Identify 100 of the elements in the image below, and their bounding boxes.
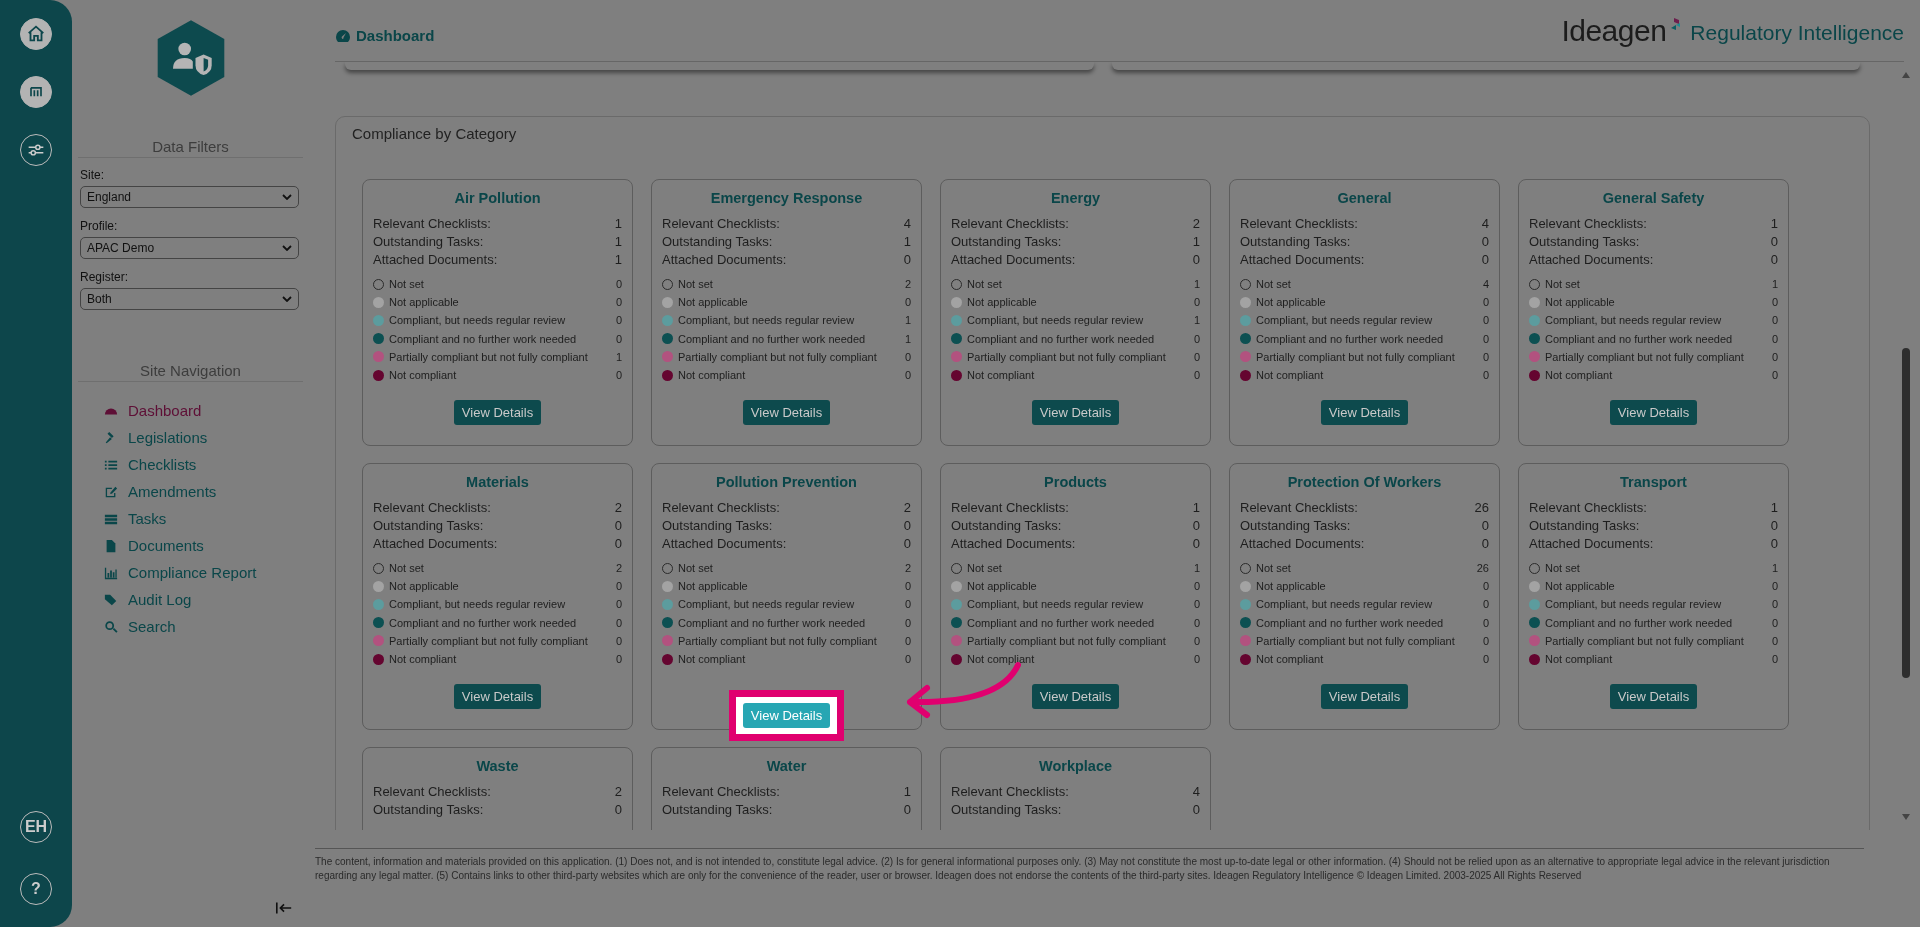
status-label: Compliant, but needs regular review [389, 313, 567, 329]
category-title: Air Pollution [453, 190, 542, 206]
stat-label: Relevant Checklists: [373, 783, 491, 801]
status-label: Partially compliant but not fully compliant [1256, 633, 1456, 649]
stat-value: 0 [614, 517, 622, 535]
stat-value: 4 [1481, 215, 1489, 233]
status-count: 0 [1771, 295, 1778, 311]
nav-link[interactable]: Documents [104, 537, 303, 554]
view-details-button[interactable]: View Details [1031, 400, 1120, 426]
filter-label: Register: [80, 270, 130, 284]
status-count: 0 [1482, 295, 1489, 311]
stat-label: Outstanding Tasks: [662, 233, 773, 251]
stat-label: Attached Documents: [1240, 251, 1365, 269]
stat-value: 0 [1481, 535, 1489, 553]
status-label: Not compliant [1545, 652, 1614, 667]
view-details-button[interactable]: View Details [453, 400, 542, 426]
file-icon [104, 538, 118, 553]
status-label: Compliant, but needs regular review [967, 313, 1145, 329]
category-title: Workplace [1037, 758, 1114, 774]
stat-value: 0 [1481, 517, 1489, 535]
org-chart-icon[interactable] [20, 76, 52, 108]
nav-link[interactable]: Tasks [104, 510, 303, 527]
stat-value: 0 [1770, 535, 1778, 553]
gauge-icon [335, 27, 351, 44]
scroll-down-icon[interactable] [1902, 814, 1910, 820]
nav-link[interactable]: Amendments [104, 483, 303, 500]
collapse-sidebar-icon[interactable] [275, 901, 293, 915]
view-details-button[interactable]: View Details [742, 400, 831, 426]
filter-dropdown[interactable]: England [80, 186, 299, 208]
bar-chart-icon [104, 565, 118, 580]
status-label: Not set [1256, 561, 1292, 576]
status-label: Not set [678, 561, 714, 576]
stat-label: Outstanding Tasks: [662, 517, 773, 535]
status-label: Compliant and no further work needed [1545, 331, 1734, 347]
status-count: 1 [1193, 561, 1200, 576]
stat-value: 0 [1770, 517, 1778, 535]
status-count: 0 [904, 633, 911, 649]
status-count: 0 [1482, 313, 1489, 329]
status-count: 0 [904, 597, 911, 613]
stat-value: 0 [1192, 517, 1200, 535]
product-name: Regulatory Intelligence [1690, 20, 1904, 45]
status-count: 0 [1482, 615, 1489, 631]
stat-label: Outstanding Tasks: [951, 233, 1062, 251]
stat-value: 0 [1770, 251, 1778, 269]
stat-value: 1 [1770, 499, 1778, 517]
category-title: Emergency Response [709, 190, 864, 206]
status-count: 0 [1193, 615, 1200, 631]
nav-link[interactable]: Compliance Report [104, 564, 303, 581]
nav-link[interactable]: Dashboard [104, 402, 303, 419]
status-count: 0 [904, 615, 911, 631]
status-label: Partially compliant but not fully compliant [678, 633, 878, 649]
stat-value: 4 [903, 215, 911, 233]
stat-label: Outstanding Tasks: [1240, 517, 1351, 535]
status-label: Not compliant [678, 368, 747, 383]
status-count: 0 [615, 313, 622, 329]
stat-label: Relevant Checklists: [951, 215, 1069, 233]
status-label: Not applicable [678, 579, 749, 595]
status-count: 0 [615, 597, 622, 613]
view-details-button[interactable]: View Details [742, 703, 831, 729]
site-navigation-heading: Site Navigation [78, 362, 303, 382]
status-label: Compliant, but needs regular review [678, 597, 856, 613]
stat-label: Attached Documents: [373, 251, 498, 269]
nav-link[interactable]: Audit Log [104, 591, 303, 608]
stat-label: Outstanding Tasks: [951, 801, 1062, 819]
status-label: Compliant, but needs regular review [678, 313, 856, 329]
stat-label: Attached Documents: [662, 535, 787, 553]
data-filters-heading: Data Filters [78, 138, 303, 158]
brand-logo: Ideagen [1561, 13, 1667, 48]
page-title: Dashboard [356, 27, 435, 44]
scrollbar[interactable] [1900, 72, 1912, 820]
status-count: 0 [1771, 368, 1778, 383]
status-label: Not set [1545, 561, 1581, 576]
status-label: Not set [967, 277, 1003, 292]
stat-value: 4 [1192, 783, 1200, 801]
filter-dropdown[interactable]: APAC Demo [80, 237, 299, 259]
nav-link[interactable]: Legislations [104, 429, 303, 446]
view-details-button[interactable]: View Details [1609, 684, 1698, 710]
nav-link[interactable]: Search [104, 618, 303, 635]
status-count: 0 [1482, 633, 1489, 649]
filter-dropdown[interactable]: Both [80, 288, 299, 310]
status-count: 26 [1476, 561, 1489, 576]
stat-value: 0 [903, 251, 911, 269]
home-icon[interactable] [20, 18, 52, 50]
scroll-up-icon[interactable] [1902, 72, 1910, 78]
category-title: Products [1043, 474, 1108, 490]
stat-value: 2 [1192, 215, 1200, 233]
stat-label: Outstanding Tasks: [1529, 517, 1640, 535]
filter-label: Profile: [80, 219, 119, 233]
nav-link[interactable]: Checklists [104, 456, 303, 473]
view-details-button[interactable]: View Details [1320, 684, 1409, 710]
view-details-button[interactable]: View Details [1320, 400, 1409, 426]
status-label: Compliant and no further work needed [678, 331, 867, 347]
status-count: 4 [1482, 277, 1489, 292]
view-details-button[interactable]: View Details [1031, 684, 1120, 710]
view-details-button[interactable]: View Details [453, 684, 542, 710]
status-count: 0 [615, 331, 622, 347]
status-label: Partially compliant but not fully compliant [1256, 349, 1456, 365]
stat-label: Attached Documents: [662, 251, 787, 269]
category-title: Transport [1619, 474, 1688, 490]
view-details-button[interactable]: View Details [1609, 400, 1698, 426]
